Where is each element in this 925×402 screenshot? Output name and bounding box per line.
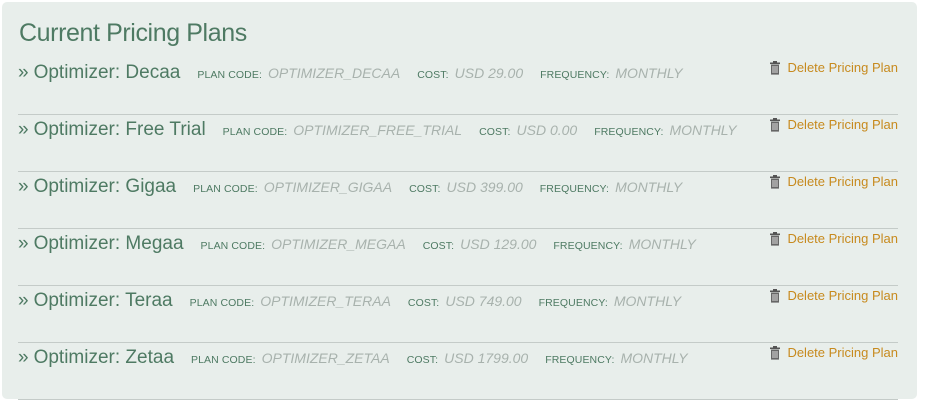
cost-label: COST: bbox=[407, 297, 440, 309]
plan-code-label: PLAN CODE: bbox=[191, 354, 256, 366]
bullet-icon: » bbox=[18, 62, 29, 83]
plan-code-label: PLAN CODE: bbox=[222, 126, 288, 138]
trash-icon bbox=[770, 60, 781, 75]
plan-row: » Optimizer: Zetaa PLAN CODE: OPTIMIZER_… bbox=[18, 343, 898, 400]
frequency-value: MONTHLY bbox=[628, 236, 696, 252]
plan-summary: » Optimizer: Zetaa PLAN CODE: OPTIMIZER_… bbox=[18, 347, 688, 369]
plan-row: » Optimizer: Free Trial PLAN CODE: OPTIM… bbox=[18, 115, 898, 172]
plan-name: Optimizer: Decaa bbox=[33, 62, 181, 83]
delete-pricing-plan-button[interactable]: Delete Pricing Plan bbox=[769, 231, 898, 246]
cost-label: COST: bbox=[406, 354, 439, 366]
pricing-plan-list: » Optimizer: Decaa PLAN CODE: OPTIMIZER_… bbox=[18, 58, 898, 400]
plan-code-value: OPTIMIZER_ZETAA bbox=[261, 350, 390, 366]
plan-code-value: OPTIMIZER_GIGAA bbox=[263, 179, 393, 195]
delete-pricing-plan-button[interactable]: Delete Pricing Plan bbox=[769, 345, 898, 360]
plan-summary: » Optimizer: Megaa PLAN CODE: OPTIMIZER_… bbox=[18, 233, 696, 255]
plan-row: » Optimizer: Megaa PLAN CODE: OPTIMIZER_… bbox=[18, 229, 898, 286]
delete-label: Delete Pricing Plan bbox=[787, 117, 898, 132]
frequency-value: MONTHLY bbox=[615, 65, 683, 81]
cost-label: COST: bbox=[422, 240, 455, 252]
frequency-value: MONTHLY bbox=[615, 179, 683, 195]
plan-name: Optimizer: Free Trial bbox=[33, 119, 206, 140]
trash-icon bbox=[770, 231, 781, 246]
bullet-icon: » bbox=[18, 347, 29, 368]
delete-label: Delete Pricing Plan bbox=[787, 345, 898, 360]
cost-value: USD 399.00 bbox=[446, 179, 523, 195]
cost-value: USD 29.00 bbox=[454, 65, 524, 81]
plan-row: » Optimizer: Decaa PLAN CODE: OPTIMIZER_… bbox=[18, 58, 898, 115]
plan-code-label: PLAN CODE: bbox=[197, 69, 262, 81]
delete-label: Delete Pricing Plan bbox=[787, 174, 898, 189]
cost-label: COST: bbox=[417, 69, 449, 81]
trash-icon bbox=[770, 117, 781, 132]
trash-icon bbox=[770, 288, 781, 303]
frequency-value: MONTHLY bbox=[669, 122, 737, 138]
plan-name: Optimizer: Megaa bbox=[33, 233, 184, 254]
frequency-label: FREQUENCY: bbox=[540, 69, 610, 81]
delete-label: Delete Pricing Plan bbox=[787, 60, 898, 75]
frequency-value: MONTHLY bbox=[613, 293, 682, 309]
panel-title: Current Pricing Plans bbox=[19, 19, 247, 47]
plan-code-label: PLAN CODE: bbox=[189, 297, 255, 309]
plan-name: Optimizer: Teraa bbox=[33, 290, 173, 311]
frequency-label: FREQUENCY: bbox=[538, 297, 608, 309]
bullet-icon: » bbox=[18, 233, 29, 254]
frequency-label: FREQUENCY: bbox=[594, 126, 664, 138]
frequency-label: FREQUENCY: bbox=[553, 240, 623, 252]
plan-code-label: PLAN CODE: bbox=[200, 240, 266, 252]
delete-pricing-plan-button[interactable]: Delete Pricing Plan bbox=[769, 174, 898, 189]
plan-code-value: OPTIMIZER_FREE_TRIAL bbox=[293, 122, 463, 138]
bullet-icon: » bbox=[18, 290, 29, 311]
plan-code-label: PLAN CODE: bbox=[193, 183, 258, 195]
plan-summary: » Optimizer: Teraa PLAN CODE: OPTIMIZER_… bbox=[18, 290, 681, 312]
frequency-label: FREQUENCY: bbox=[539, 183, 610, 195]
cost-value: USD 749.00 bbox=[445, 293, 522, 309]
plan-code-value: OPTIMIZER_TERAA bbox=[260, 293, 391, 309]
trash-icon bbox=[770, 174, 781, 189]
plan-code-value: OPTIMIZER_DECAA bbox=[267, 65, 401, 81]
plan-code-value: OPTIMIZER_MEGAA bbox=[271, 236, 406, 252]
plan-name: Optimizer: Gigaa bbox=[33, 176, 177, 197]
plan-row: » Optimizer: Gigaa PLAN CODE: OPTIMIZER_… bbox=[18, 172, 898, 229]
delete-pricing-plan-button[interactable]: Delete Pricing Plan bbox=[769, 60, 898, 75]
cost-value: USD 129.00 bbox=[460, 236, 537, 252]
bullet-icon: » bbox=[18, 119, 29, 140]
frequency-value: MONTHLY bbox=[620, 350, 688, 366]
bullet-icon: » bbox=[18, 176, 29, 197]
plan-summary: » Optimizer: Free Trial PLAN CODE: OPTIM… bbox=[18, 119, 737, 141]
plan-summary: » Optimizer: Decaa PLAN CODE: OPTIMIZER_… bbox=[18, 62, 683, 84]
delete-pricing-plan-button[interactable]: Delete Pricing Plan bbox=[769, 288, 898, 303]
pricing-plans-panel: Current Pricing Plans » Optimizer: Decaa… bbox=[2, 2, 917, 400]
plan-name: Optimizer: Zetaa bbox=[33, 347, 175, 368]
delete-label: Delete Pricing Plan bbox=[787, 288, 898, 303]
cost-value: USD 0.00 bbox=[516, 122, 578, 138]
cost-value: USD 1799.00 bbox=[444, 350, 529, 366]
frequency-label: FREQUENCY: bbox=[545, 354, 615, 366]
plan-summary: » Optimizer: Gigaa PLAN CODE: OPTIMIZER_… bbox=[18, 176, 682, 198]
plan-row: » Optimizer: Teraa PLAN CODE: OPTIMIZER_… bbox=[18, 286, 898, 343]
delete-label: Delete Pricing Plan bbox=[787, 231, 898, 246]
trash-icon bbox=[770, 345, 781, 360]
cost-label: COST: bbox=[479, 126, 511, 138]
cost-label: COST: bbox=[409, 183, 441, 195]
delete-pricing-plan-button[interactable]: Delete Pricing Plan bbox=[769, 117, 898, 132]
